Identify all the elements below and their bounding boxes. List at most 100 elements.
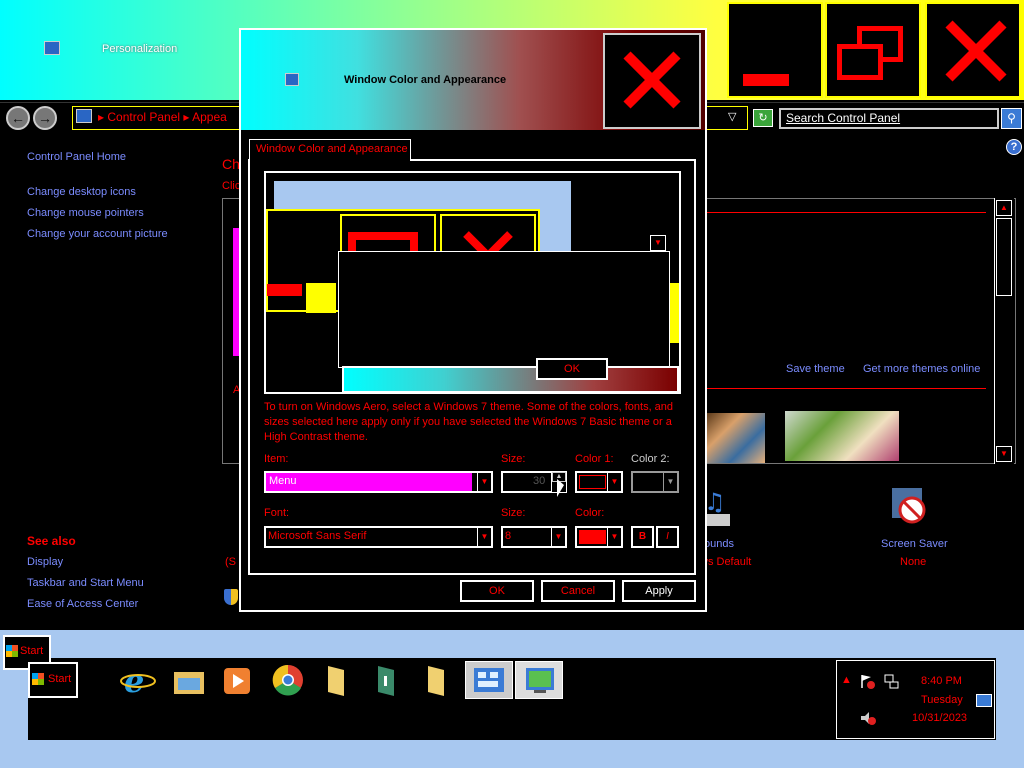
minimize-button[interactable]	[727, 2, 823, 98]
restore-button[interactable]	[825, 2, 921, 98]
bold-button[interactable]: B	[631, 526, 654, 548]
control-panel-icon	[76, 109, 92, 123]
control-panel-glyph	[474, 668, 504, 692]
chevron-down-icon[interactable]: ▼	[607, 473, 621, 491]
clock-time[interactable]: 8:40 PM	[921, 675, 962, 687]
network-icon[interactable]	[883, 673, 899, 689]
preview-close-button[interactable]	[440, 214, 536, 259]
save-theme-link[interactable]: Save theme	[786, 363, 845, 375]
chrome-icon[interactable]	[266, 662, 308, 698]
search-icon[interactable]: ⚲	[1001, 108, 1022, 129]
page-heading: Ch	[222, 156, 240, 172]
preview-menu-highlight[interactable]	[306, 283, 336, 313]
volume-muted-icon[interactable]	[859, 710, 877, 726]
ie-glyph: e	[120, 662, 156, 700]
forward-button[interactable]: →	[33, 106, 57, 130]
change-mouse-pointers-link[interactable]: Change mouse pointers	[27, 207, 144, 219]
close-icon	[623, 51, 681, 109]
folder-icon[interactable]	[416, 662, 458, 698]
preview-scroll-down-icon[interactable]: ▼	[650, 235, 666, 251]
screen-saver-label[interactable]: Screen Saver	[881, 538, 948, 550]
shield-icon	[224, 589, 238, 605]
scrollbar-thumb[interactable]	[996, 218, 1012, 296]
action-center-icon[interactable]	[859, 673, 875, 689]
search-placeholder: Search Control Panel	[786, 111, 901, 125]
font-size-value: 8	[505, 530, 512, 542]
page-subtext: Clic	[222, 180, 241, 192]
refresh-button[interactable]: ↻	[753, 109, 773, 127]
apply-button[interactable]: Apply	[622, 580, 696, 602]
help-icon[interactable]: ?	[1006, 139, 1022, 155]
show-desktop-icon[interactable]	[976, 694, 992, 707]
clock-date[interactable]: 10/31/2023	[912, 712, 967, 724]
screen-saver-icon[interactable]	[888, 484, 936, 532]
theme-thumbnail[interactable]	[785, 411, 899, 461]
chrome-glyph	[272, 664, 303, 696]
scroll-down-icon[interactable]: ▼	[996, 446, 1012, 462]
cancel-button[interactable]: Cancel	[541, 580, 615, 602]
chevron-down-icon[interactable]: ▽	[728, 110, 736, 123]
flag-glyph	[861, 675, 875, 689]
tab-label: Window Color and Appearance	[256, 143, 408, 155]
font-size-label: Size:	[501, 507, 526, 519]
chevron-down-icon[interactable]: ▼	[477, 473, 491, 491]
preview-ok-button[interactable]: OK	[536, 358, 608, 380]
media-player-icon[interactable]	[216, 662, 258, 698]
chevron-down-icon[interactable]: ▼	[551, 528, 565, 546]
start-label: Start	[48, 673, 72, 685]
sounds-value: ws Default	[700, 556, 752, 568]
theme-thumbnail[interactable]	[707, 413, 765, 463]
internet-explorer-icon[interactable]: e	[118, 662, 160, 700]
svg-text:♫: ♫	[704, 488, 726, 516]
chevron-down-icon[interactable]: ▼	[607, 528, 621, 546]
sounds-label[interactable]: ounds	[704, 538, 734, 550]
preview-message-titlebar[interactable]	[342, 366, 679, 393]
control-panel-icon	[44, 41, 60, 55]
ease-of-access-link[interactable]: Ease of Access Center	[27, 598, 138, 610]
mouse-cursor-icon	[557, 479, 564, 497]
change-account-picture-link[interactable]: Change your account picture	[27, 228, 168, 240]
windows-logo-icon	[6, 645, 18, 657]
show-hidden-icons[interactable]: ▲	[841, 674, 852, 686]
dialog-close-button[interactable]	[603, 33, 701, 129]
clock-day[interactable]: Tuesday	[921, 694, 963, 706]
color1-label: Color 1:	[575, 453, 614, 465]
personalization-taskbar-button[interactable]	[515, 661, 563, 699]
start-tooltip-label: Start	[20, 645, 44, 657]
file-explorer-icon[interactable]	[168, 662, 210, 698]
windows-logo-icon	[32, 673, 44, 685]
play-glyph	[224, 668, 250, 694]
chevron-down-icon[interactable]: ▼	[663, 473, 677, 491]
book-glyph	[378, 666, 394, 696]
taskbar-border	[996, 658, 1024, 740]
chevron-down-icon[interactable]: ▼	[477, 528, 491, 546]
item-selected-highlight	[266, 473, 472, 491]
italic-button[interactable]: I	[656, 526, 679, 548]
color1-swatch	[579, 475, 606, 489]
no-sign-icon	[892, 488, 926, 524]
ok-button[interactable]: OK	[460, 580, 534, 602]
book-icon[interactable]	[366, 662, 408, 698]
preview-scrollbar[interactable]	[670, 283, 679, 343]
change-desktop-icons-link[interactable]: Change desktop icons	[27, 186, 136, 198]
control-panel-taskbar-button[interactable]	[465, 661, 513, 699]
back-button[interactable]: ←	[6, 106, 30, 130]
taskbar-start-menu-link[interactable]: Taskbar and Start Menu	[27, 577, 144, 589]
scroll-up-icon[interactable]: ▲	[996, 200, 1012, 216]
display-link[interactable]: Display	[27, 556, 63, 568]
preview-message-box[interactable]	[338, 251, 670, 368]
svg-text:e: e	[124, 662, 144, 698]
folder-glyph	[174, 672, 204, 694]
font-color-swatch	[579, 530, 606, 544]
network-glyph	[884, 674, 899, 689]
folder-icon[interactable]	[316, 662, 358, 698]
more-themes-link[interactable]: Get more themes online	[863, 363, 980, 375]
divider	[706, 212, 986, 213]
dialog-title: Window Color and Appearance	[344, 74, 507, 86]
control-panel-home-link[interactable]: Control Panel Home	[27, 151, 126, 163]
preview-menu-item[interactable]	[267, 284, 302, 296]
restore-icon-front	[837, 44, 883, 80]
background-label: (S	[225, 556, 236, 568]
breadcrumb[interactable]: ▸ Control Panel ▸ Appea	[98, 110, 227, 124]
close-button[interactable]	[925, 2, 1021, 98]
